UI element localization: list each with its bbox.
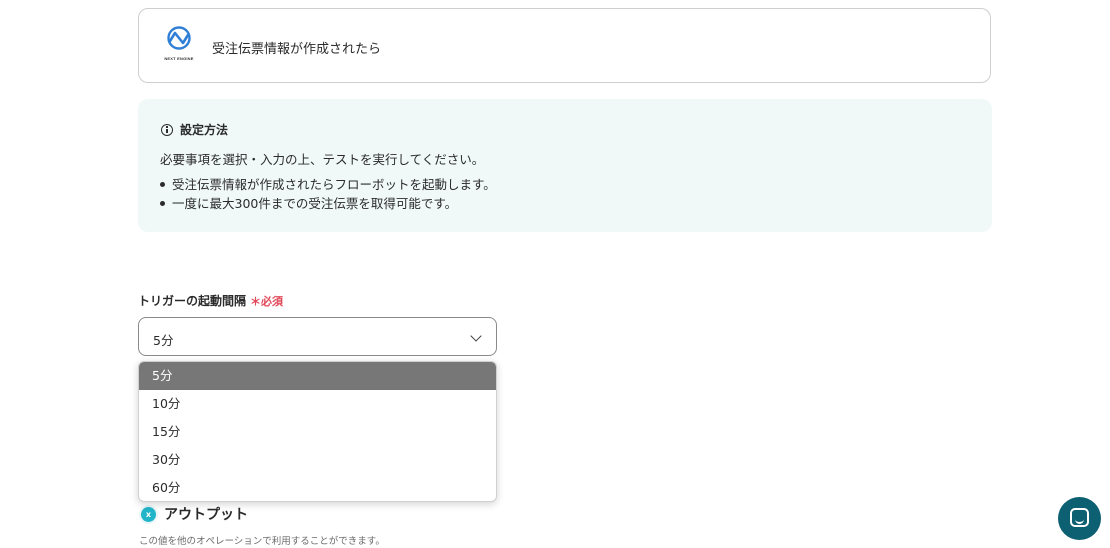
logo-text: NEXT ENGINE <box>164 56 194 61</box>
interval-select-value: 5分 <box>153 333 174 348</box>
dropdown-option-60min[interactable]: 60分 <box>139 474 496 501</box>
dropdown-option-15min[interactable]: 15分 <box>139 418 496 446</box>
output-header: x アウトプット <box>139 504 248 524</box>
info-icon <box>161 123 173 136</box>
output-title: アウトプット <box>164 507 248 523</box>
trigger-app-card[interactable]: NEXT ENGINE 受注伝票情報が作成されたら <box>138 8 991 83</box>
next-engine-logo: NEXT ENGINE <box>161 25 197 65</box>
page: NEXT ENGINE 受注伝票情報が作成されたら 設定方法 必要事項を選択・入… <box>0 0 1110 548</box>
instructions-header: 設定方法 <box>161 121 228 138</box>
instructions-description: 必要事項を選択・入力の上、テストを実行してください。 <box>160 152 485 167</box>
chat-icon <box>1070 508 1089 527</box>
instructions-box: 設定方法 必要事項を選択・入力の上、テストを実行してください。 受注伝票情報が作… <box>138 99 992 232</box>
interval-select[interactable]: 5分 <box>138 317 497 356</box>
next-engine-logo-icon <box>167 26 191 50</box>
dropdown-option-5min[interactable]: 5分 <box>139 362 496 390</box>
list-item: 一度に最大300件までの受注伝票を取得可能です。 <box>160 194 496 213</box>
dropdown-option-10min[interactable]: 10分 <box>139 390 496 418</box>
interval-field-label: トリガーの起動間隔 ＊必須 <box>138 292 283 309</box>
chevron-down-icon <box>470 330 482 342</box>
chat-launcher-button[interactable] <box>1058 497 1101 540</box>
output-description: この値を他のオペレーションで利用することができます。 <box>139 536 385 547</box>
interval-label-text: トリガーの起動間隔 <box>138 294 247 308</box>
output-icon: x <box>139 504 158 524</box>
instructions-list: 受注伝票情報が作成されたらフローボットを起動します。 一度に最大300件までの受… <box>160 175 496 213</box>
list-item: 受注伝票情報が作成されたらフローボットを起動します。 <box>160 175 496 194</box>
instructions-title: 設定方法 <box>180 123 229 137</box>
required-badge: ＊必須 <box>250 294 284 308</box>
interval-dropdown-list: 5分 10分 15分 30分 60分 <box>138 361 497 502</box>
dropdown-option-30min[interactable]: 30分 <box>139 446 496 474</box>
trigger-title: 受注伝票情報が作成されたら <box>212 42 382 57</box>
